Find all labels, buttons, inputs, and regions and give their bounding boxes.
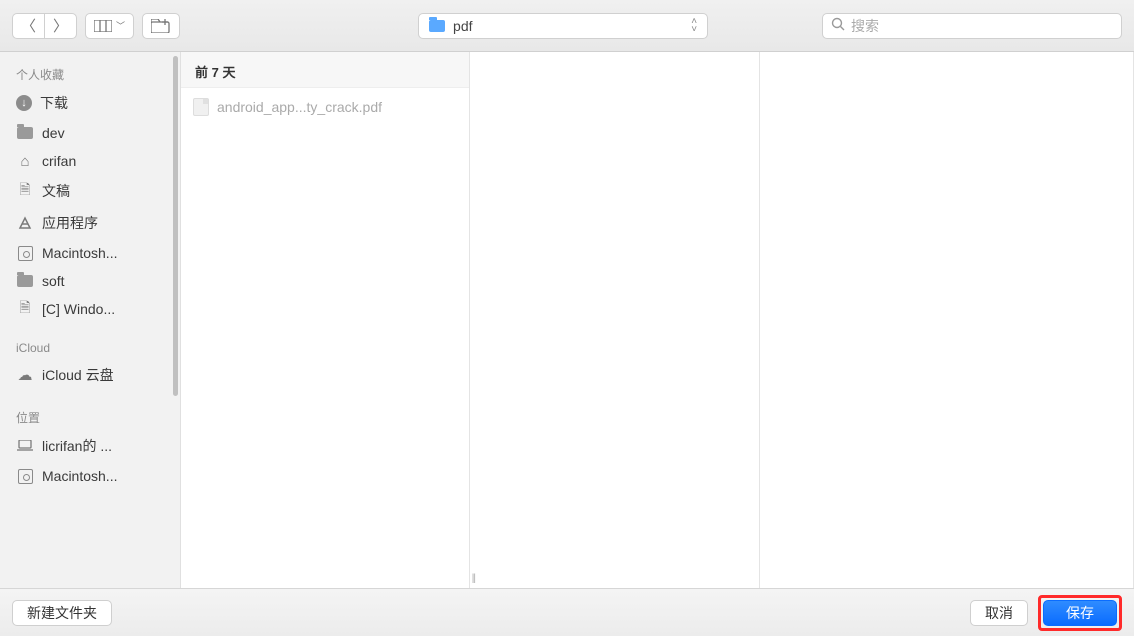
path-dropdown[interactable]: pdf ˄˅ [418,13,708,39]
folder-icon [16,125,34,141]
sidebar-item-label: crifan [42,153,76,169]
sidebar-item-label: Macintosh... [42,468,117,484]
sidebar-item-macintosh-2[interactable]: Macintosh... [8,462,180,490]
sidebar-item-label: iCloud 云盘 [42,365,114,385]
search-box[interactable] [822,13,1122,39]
sidebar-item-icloud[interactable]: ☁ iCloud 云盘 [8,359,180,391]
sidebar-item-label: [C] Windo... [42,301,115,317]
sidebar-item-label: 下载 [40,93,68,113]
back-button[interactable]: 〈 [12,13,44,39]
view-mode-dropdown[interactable]: ﹀ [85,13,134,39]
sidebar-section-header-icloud: iCloud [8,335,180,359]
column-3 [760,52,1134,588]
sidebar-item-crifan[interactable]: ⌂ crifan [8,147,180,175]
cloud-icon: ☁ [16,367,34,383]
download-icon: ↓ [16,95,32,111]
cancel-button[interactable]: 取消 [970,600,1028,626]
folder-icon [16,273,34,289]
sidebar-item-windows[interactable]: 🗎 [C] Windo... [8,295,180,323]
save-button[interactable]: 保存 [1043,600,1117,626]
columns-icon [94,20,112,32]
sidebar-section-header-favorites: 个人收藏 [8,60,180,87]
sidebar-item-applications[interactable]: 应用程序 [8,207,180,239]
sidebar-item-label: 文稿 [42,181,70,201]
sidebar-item-downloads[interactable]: ↓ 下载 [8,87,180,119]
file-name: android_app...ty_crack.pdf [217,99,382,115]
current-folder-name: pdf [453,18,683,34]
main-area: 个人收藏 ↓ 下载 dev ⌂ crifan 🗎 文稿 应用程序 Macinto… [0,52,1134,588]
column-2 [470,52,760,588]
forward-button[interactable]: 〉 [44,13,77,39]
folder-icon [429,20,445,32]
save-button-highlight: 保存 [1038,595,1122,631]
column-1: 前 7 天 android_app...ty_crack.pdf [180,52,470,588]
nav-group: 〈 〉 [12,13,77,39]
sidebar-item-licrifan[interactable]: licrifan的 ... [8,430,180,462]
sidebar-item-label: Macintosh... [42,245,117,261]
search-input[interactable] [851,18,1113,34]
sidebar-scrollbar[interactable] [173,56,178,396]
applications-icon [16,215,34,231]
documents-icon: 🗎 [16,183,34,199]
home-icon: ⌂ [16,153,34,169]
chevron-down-icon: ﹀ [116,19,125,32]
footer: 新建文件夹 取消 保存 [0,588,1134,636]
file-icon: 🗎 [16,301,34,317]
sidebar-item-label: soft [42,273,65,289]
sidebar-item-macintosh[interactable]: Macintosh... [8,239,180,267]
sidebar-item-label: dev [42,125,65,141]
sidebar-section-header-locations: 位置 [8,403,180,430]
new-folder-button[interactable]: 新建文件夹 [12,600,112,626]
disk-icon [16,245,34,261]
chevron-left-icon: 〈 [21,15,36,36]
new-folder-icon-button[interactable] [142,13,180,39]
search-icon [831,17,845,34]
group-header-last7days: 前 7 天 [181,52,469,88]
updown-chevron-icon: ˄˅ [691,18,697,34]
sidebar-item-soft[interactable]: soft [8,267,180,295]
sidebar-item-dev[interactable]: dev [8,119,180,147]
sidebar: 个人收藏 ↓ 下载 dev ⌂ crifan 🗎 文稿 应用程序 Macinto… [0,52,180,588]
chevron-right-icon: 〉 [53,15,68,36]
sidebar-item-documents[interactable]: 🗎 文稿 [8,175,180,207]
new-folder-icon [151,19,171,33]
sidebar-item-label: 应用程序 [42,213,98,233]
file-row[interactable]: android_app...ty_crack.pdf [181,88,469,126]
disk-icon [16,468,34,484]
pdf-file-icon [193,98,209,116]
laptop-icon [16,438,34,454]
column-view: 前 7 天 android_app...ty_crack.pdf [180,52,1134,588]
sidebar-item-label: licrifan的 ... [42,436,112,456]
toolbar: 〈 〉 ﹀ pdf ˄˅ [0,0,1134,52]
